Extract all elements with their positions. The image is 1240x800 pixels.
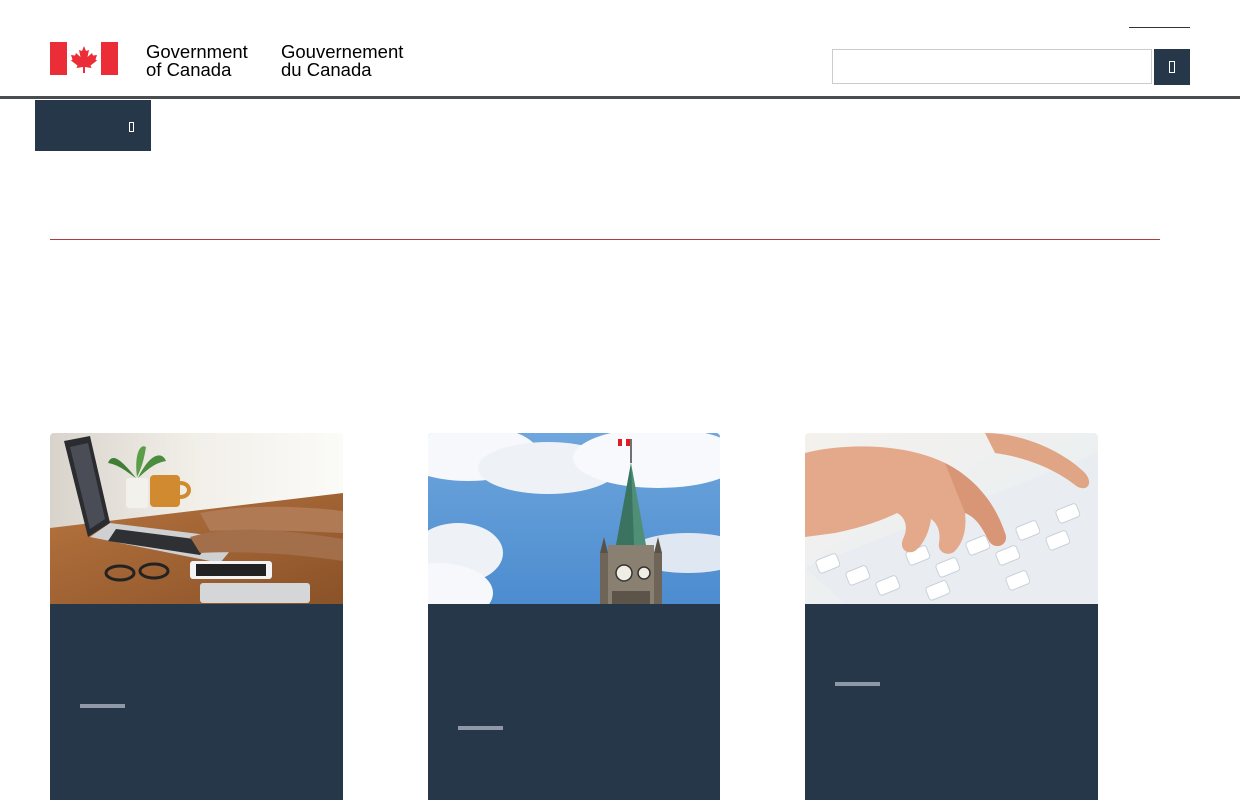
feature-card-1[interactable]	[50, 433, 343, 800]
signature-english: Government of Canada	[146, 42, 271, 80]
card-body	[805, 604, 1098, 800]
search-icon	[1169, 61, 1175, 73]
canada-flag-icon	[50, 42, 118, 75]
feature-card-2[interactable]	[428, 433, 720, 800]
signature-fr-line2: du Canada	[281, 59, 372, 80]
language-toggle-link[interactable]	[1129, 27, 1190, 28]
title-underline	[50, 239, 1160, 240]
page: Government of Canada Gouvernement du Can…	[0, 0, 1240, 800]
keyboard-hands-photo	[805, 433, 1098, 604]
chevron-down-icon	[129, 122, 134, 132]
menu-button[interactable]	[35, 100, 151, 151]
signature-french: Gouvernement du Canada	[281, 42, 421, 80]
search-button[interactable]	[1154, 49, 1190, 85]
laptop-desk-photo	[50, 433, 343, 604]
card-accent-bar	[80, 704, 125, 708]
card-accent-bar	[835, 682, 880, 686]
header-divider	[0, 96, 1240, 99]
site-header: Government of Canada Gouvernement du Can…	[0, 0, 1240, 97]
card-body	[428, 604, 720, 800]
card-accent-bar	[458, 726, 503, 730]
signature-en-line2: of Canada	[146, 59, 232, 80]
government-signature[interactable]: Government of Canada Gouvernement du Can…	[50, 42, 403, 79]
card-body	[50, 604, 343, 800]
feature-card-3[interactable]	[805, 433, 1098, 800]
search-input[interactable]	[832, 49, 1152, 84]
peace-tower-photo	[428, 433, 720, 604]
